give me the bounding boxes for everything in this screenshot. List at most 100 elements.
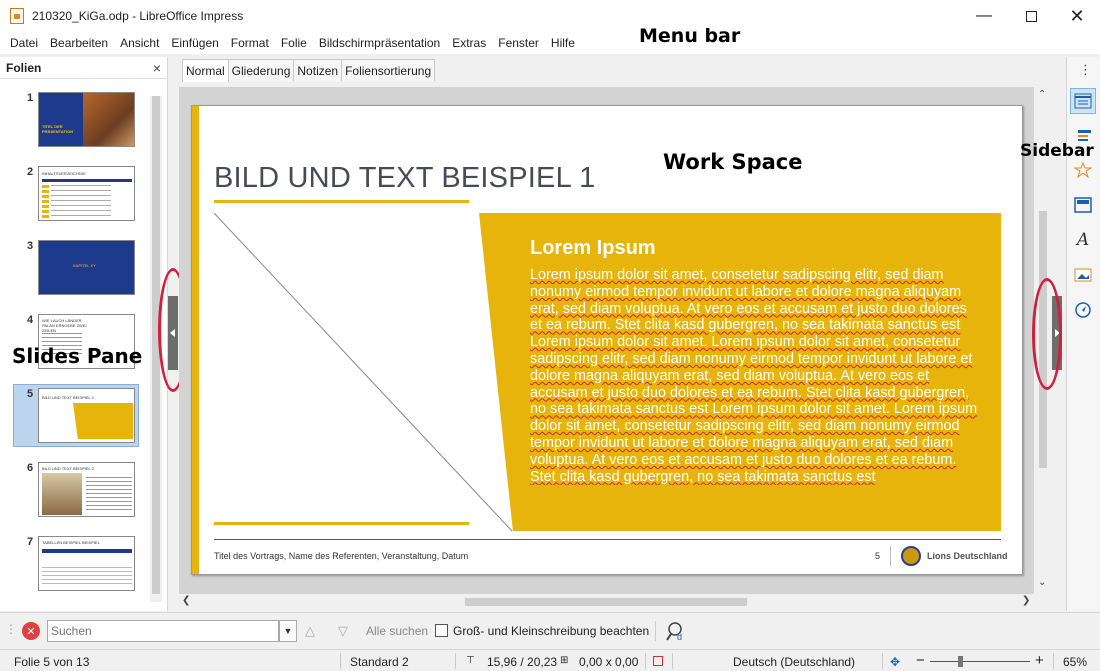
tab-gliederung[interactable]: Gliederung bbox=[227, 59, 295, 81]
image-placeholder[interactable] bbox=[214, 213, 514, 533]
footer-separator bbox=[890, 546, 891, 566]
language-status[interactable]: Deutsch (Deutschland) bbox=[733, 655, 855, 669]
thumb-number: 7 bbox=[27, 536, 34, 548]
thumb-number: 1 bbox=[27, 92, 34, 104]
cursor-position: 15,96 / 20,23 bbox=[487, 655, 558, 669]
bottom-rule bbox=[214, 522, 469, 525]
slides-pane: Folien × 1 TITEL DER PRÄSENTATION 2 INHA… bbox=[0, 57, 168, 611]
lions-logo-icon bbox=[901, 546, 921, 566]
menu-ansicht[interactable]: Ansicht bbox=[114, 36, 165, 50]
find-all-button[interactable]: Alle suchen bbox=[366, 624, 428, 638]
slide-accent-bar bbox=[192, 106, 199, 574]
view-tabs: Normal Gliederung Notizen Foliensortieru… bbox=[182, 59, 436, 82]
close-find-bar-icon[interactable]: ✕ bbox=[22, 622, 40, 640]
slide-canvas[interactable]: BILD UND TEXT BEISPIEL 1 Lorem Ipsum Lor… bbox=[191, 105, 1023, 575]
scroll-down-icon[interactable]: ⌄ bbox=[1038, 577, 1046, 588]
work-space-annotation: Work Space bbox=[663, 150, 803, 174]
horizontal-scroll-thumb[interactable] bbox=[465, 598, 747, 606]
sidebar-annotation: Sidebar bbox=[1020, 141, 1094, 161]
scroll-up-icon[interactable]: ⌃ bbox=[1038, 89, 1046, 100]
window-title: 210320_KiGa.odp - LibreOffice Impress bbox=[32, 9, 244, 23]
find-replace-icon[interactable]: d bbox=[665, 620, 689, 642]
menu-einfuegen[interactable]: Einfügen bbox=[165, 36, 224, 50]
fit-slide-icon[interactable]: ✥ bbox=[890, 655, 900, 669]
zoom-slider[interactable] bbox=[930, 661, 1030, 662]
match-case-checkbox[interactable] bbox=[435, 624, 448, 637]
size-icon: ⊞ bbox=[560, 655, 569, 666]
menu-bar: Datei Bearbeiten Ansicht Einfügen Format… bbox=[0, 32, 1100, 54]
styles-icon[interactable]: A bbox=[1070, 227, 1096, 253]
footer-line bbox=[214, 539, 1001, 540]
navigator-icon[interactable] bbox=[1070, 297, 1096, 323]
toolbar-grip-icon[interactable]: ⋮ bbox=[5, 622, 17, 636]
menu-bar-annotation: Menu bar bbox=[639, 25, 741, 47]
slide-thumbnail-3[interactable]: KAPITEL XY bbox=[38, 240, 135, 295]
thumb-text: KAPITEL XY bbox=[73, 263, 96, 268]
properties-icon[interactable] bbox=[1070, 88, 1096, 114]
close-icon[interactable]: ✕ bbox=[1054, 0, 1100, 32]
toolbar-separator bbox=[655, 621, 656, 641]
menu-format[interactable]: Format bbox=[225, 36, 275, 50]
tab-foliensortierung[interactable]: Foliensortierung bbox=[341, 59, 436, 81]
menu-fenster[interactable]: Fenster bbox=[492, 36, 545, 50]
master-slides-icon[interactable] bbox=[1070, 192, 1096, 218]
lions-logo-text: Lions Deutschland bbox=[927, 551, 1008, 561]
menu-extras[interactable]: Extras bbox=[446, 36, 492, 50]
zoom-slider-thumb[interactable] bbox=[958, 656, 963, 667]
thumb-number: 5 bbox=[27, 388, 34, 400]
slide-thumbnail-6[interactable]: BILD UND TEXT BEISPIEL 2 bbox=[38, 462, 135, 517]
search-history-dropdown[interactable]: ▼ bbox=[279, 620, 297, 642]
sidebar-menu-icon[interactable]: ⋮ bbox=[1079, 62, 1092, 78]
slide-heading[interactable]: BILD UND TEXT BEISPIEL 1 bbox=[214, 162, 595, 195]
position-icon: ⊤ bbox=[466, 655, 475, 666]
find-next-icon[interactable]: ▽ bbox=[338, 623, 348, 639]
scroll-right-icon[interactable]: ❯ bbox=[1022, 595, 1030, 606]
document-modified-icon[interactable] bbox=[653, 656, 663, 666]
slide-thumbnail-7[interactable]: TABELLEN BEISPIEL BEISPIEL bbox=[38, 536, 135, 591]
slides-pane-title: Folien bbox=[6, 60, 42, 75]
slides-pane-annotation: Slides Pane bbox=[12, 344, 143, 368]
thumb-number: 2 bbox=[27, 166, 34, 178]
zoom-out-button[interactable]: − bbox=[916, 652, 925, 669]
minimize-icon[interactable]: — bbox=[961, 0, 1007, 32]
search-input[interactable] bbox=[47, 620, 279, 642]
svg-text:d: d bbox=[677, 632, 682, 642]
title-bar: 210320_KiGa.odp - LibreOffice Impress — … bbox=[0, 0, 1100, 32]
gallery-icon[interactable] bbox=[1070, 262, 1096, 288]
maximize-icon[interactable] bbox=[1008, 0, 1054, 32]
thumb-number: 4 bbox=[27, 314, 34, 326]
thumb-text: TABELLEN BEISPIEL BEISPIEL bbox=[42, 540, 100, 545]
thumb-text: INHALTSVERZEICHNIS bbox=[42, 171, 86, 176]
menu-hilfe[interactable]: Hilfe bbox=[545, 36, 581, 50]
thumb-number: 3 bbox=[27, 240, 34, 252]
horizontal-scrollbar[interactable]: ❮ ❯ bbox=[179, 594, 1035, 610]
menu-bearbeiten[interactable]: Bearbeiten bbox=[44, 36, 114, 50]
thumb-photo bbox=[83, 93, 134, 146]
slide-thumbnail-2[interactable]: INHALTSVERZEICHNIS bbox=[38, 166, 135, 221]
slides-pane-close-icon[interactable]: × bbox=[153, 60, 161, 76]
tab-notizen[interactable]: Notizen bbox=[293, 59, 343, 81]
zoom-in-button[interactable]: + bbox=[1035, 652, 1044, 669]
zoom-level[interactable]: 65% bbox=[1063, 655, 1087, 669]
text-box-body[interactable]: Lorem ipsum dolor sit amet, consetetur s… bbox=[530, 267, 982, 485]
annotation-circle bbox=[1032, 278, 1062, 390]
master-slide-name[interactable]: Standard 2 bbox=[350, 655, 409, 669]
scroll-left-icon[interactable]: ❮ bbox=[182, 595, 190, 606]
object-size: 0,00 x 0,00 bbox=[579, 655, 639, 669]
slide-footer-text: Titel des Vortrags, Name des Referenten,… bbox=[214, 551, 469, 561]
slide-thumbnail-5[interactable]: BILD UND TEXT BEISPIEL 1 bbox=[38, 388, 135, 443]
tab-normal[interactable]: Normal bbox=[182, 59, 229, 82]
impress-app-icon bbox=[10, 8, 24, 24]
menu-datei[interactable]: Datei bbox=[4, 36, 44, 50]
heading-rule bbox=[214, 200, 469, 203]
menu-bildschirmpraesentation[interactable]: Bildschirmpräsentation bbox=[313, 36, 446, 50]
text-box-title[interactable]: Lorem Ipsum bbox=[530, 237, 656, 260]
find-previous-icon[interactable]: △ bbox=[305, 623, 315, 639]
slide-counter: Folie 5 von 13 bbox=[14, 655, 90, 669]
slide-thumbnail-1[interactable]: TITEL DER PRÄSENTATION bbox=[38, 92, 135, 147]
match-case-label: Groß- und Kleinschreibung beachten bbox=[453, 624, 650, 638]
slide-number: 5 bbox=[875, 551, 881, 561]
thumb-text: BILD UND TEXT BEISPIEL 1 bbox=[42, 395, 94, 400]
menu-folie[interactable]: Folie bbox=[275, 36, 313, 50]
thumb-text: WIE LAUCH LÄNDER PALAN ERNGEBE ZWEI ZEIL… bbox=[42, 318, 87, 333]
